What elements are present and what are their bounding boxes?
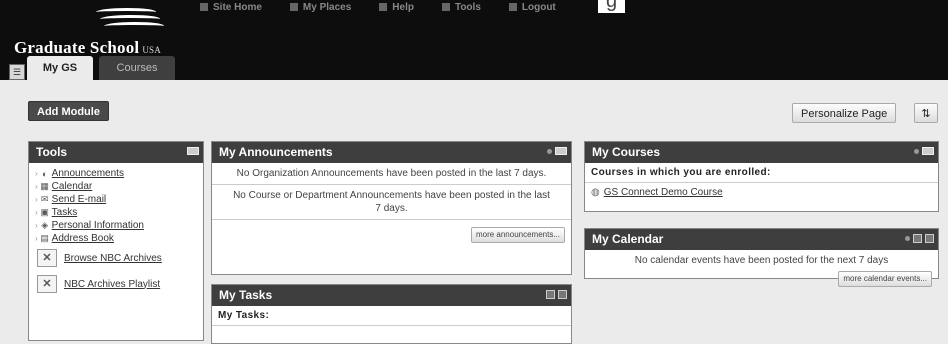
refresh-icon[interactable] <box>914 148 919 154</box>
course-icon: ◍ <box>591 187 600 198</box>
add-module-button[interactable]: Add Module <box>28 101 109 121</box>
nbc-playlist-item[interactable]: ✕ NBC Archives Playlist <box>37 275 203 293</box>
tasks-module-header: My Tasks <box>212 285 571 306</box>
announcements-title: My Announcements <box>219 145 333 159</box>
tool-item-address-book[interactable]: › ▤ Address Book <box>35 232 203 245</box>
up-down-arrows-icon[interactable]: ⇅ <box>914 103 938 123</box>
tool-item-personal-information[interactable]: › ◈ Personal Information <box>35 219 203 232</box>
power-icon <box>508 3 517 11</box>
tasks-subheading: My Tasks: <box>212 306 571 326</box>
maximize-icon[interactable] <box>925 234 934 243</box>
places-icon <box>289 3 298 11</box>
more-calendar-events-button[interactable]: more calendar events... <box>838 271 932 287</box>
envelope-icon: ✉ <box>40 194 49 204</box>
tool-item-announcements[interactable]: › ◐ Announcements <box>35 167 203 180</box>
courses-module: My Courses Courses in which you are enro… <box>584 141 939 212</box>
org-announcements-message: No Organization Announcements have been … <box>212 163 571 185</box>
home-icon <box>200 3 208 11</box>
tab-courses[interactable]: Courses <box>99 56 175 80</box>
module-menu-icon[interactable] <box>187 147 199 155</box>
calendar-message: No calendar events have been posted for … <box>634 255 889 266</box>
minimize-icon[interactable] <box>913 234 922 243</box>
tasks-icon: ▣ <box>40 207 49 217</box>
courses-subheading: Courses in which you are enrolled: <box>585 163 938 183</box>
tools-title: Tools <box>36 145 68 159</box>
address-book-icon: ▤ <box>40 233 49 243</box>
menu-toggle-icon[interactable]: ☰ <box>9 64 25 80</box>
top-link-help[interactable]: Help <box>379 0 414 14</box>
module-menu-icon[interactable] <box>922 147 934 155</box>
top-link-logout[interactable]: Logout <box>508 0 556 14</box>
tool-item-tasks[interactable]: › ▣ Tasks <box>35 206 203 219</box>
tools-module-header: Tools <box>29 142 203 163</box>
tools-module: Tools › ◐ Announcements › ▦ Calendar › ✉ Send … <box>28 141 204 341</box>
top-navigation: Site Home My Places Help Tools Logout <box>200 0 556 14</box>
calendar-module-header: My Calendar <box>585 229 938 250</box>
personalize-page-button[interactable]: Personalize Page <box>792 103 897 123</box>
calendar-module: My Calendar No calendar events have been… <box>584 228 939 287</box>
announcements-module: My Announcements No Organization Announc… <box>211 141 572 275</box>
tasks-title: My Tasks <box>219 288 273 302</box>
refresh-icon[interactable] <box>547 148 552 154</box>
maximize-icon[interactable] <box>558 290 567 299</box>
calendar-title: My Calendar <box>592 232 664 246</box>
megaphone-icon: ◐ <box>41 168 48 179</box>
courses-title: My Courses <box>592 145 661 159</box>
tools-list: › ◐ Announcements › ▦ Calendar › ✉ Send E-mail… <box>29 167 203 245</box>
calendar-icon: ▦ <box>40 181 49 191</box>
top-link-tools[interactable]: Tools <box>441 0 481 14</box>
course-announcements-message: No Course or Department Announcements ha… <box>212 185 571 220</box>
tasks-module: My Tasks My Tasks: <box>211 284 572 344</box>
broken-image-icon: ✕ <box>37 275 57 293</box>
tool-item-send-email[interactable]: › ✉ Send E-mail <box>35 193 203 206</box>
tab-my-gs[interactable]: My GS <box>27 56 93 80</box>
announcements-module-header: My Announcements <box>212 142 571 163</box>
top-link-my-places[interactable]: My Places <box>289 0 351 14</box>
nbc-browse-item[interactable]: ✕ Browse NBC Archives <box>37 249 203 267</box>
registration-heading-fragment: g <box>598 0 626 13</box>
minimize-icon[interactable] <box>546 290 555 299</box>
course-item[interactable]: ◍ GS Connect Demo Course <box>585 183 938 202</box>
logo-text: Graduate School USA <box>14 38 161 57</box>
more-announcements-button[interactable]: more announcements... <box>470 227 565 243</box>
logo-waves-icon <box>94 6 166 34</box>
tool-item-calendar[interactable]: › ▦ Calendar <box>35 180 203 193</box>
top-link-site-home[interactable]: Site Home <box>200 0 262 14</box>
tools-icon <box>441 3 450 11</box>
module-menu-icon[interactable] <box>555 147 567 155</box>
courses-module-header: My Courses <box>585 142 938 163</box>
person-icon: ◈ <box>41 220 49 230</box>
broken-image-icon: ✕ <box>37 249 57 267</box>
help-icon <box>379 3 388 11</box>
refresh-icon[interactable] <box>905 236 910 241</box>
